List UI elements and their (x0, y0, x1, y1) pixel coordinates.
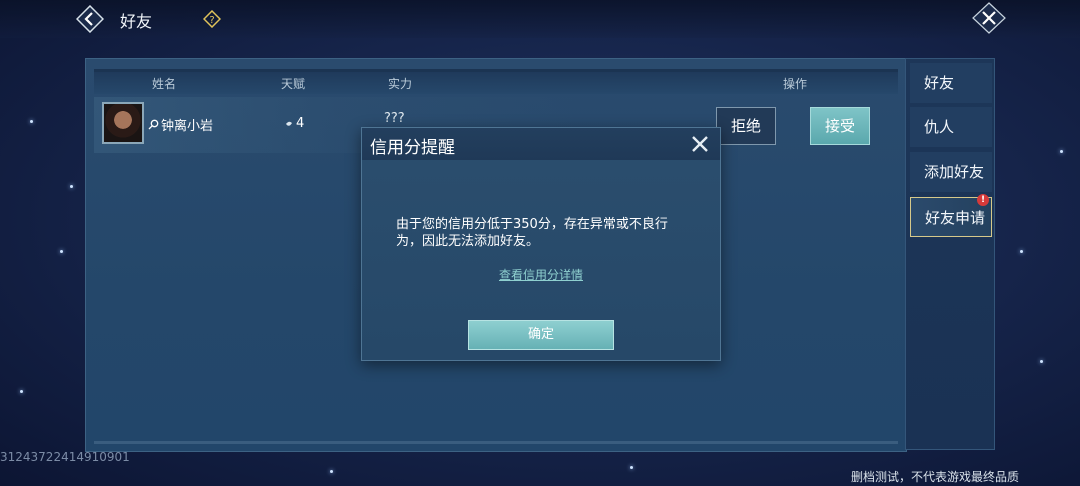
dialog-header: 信用分提醒 (362, 128, 720, 160)
player-name: 钟离小岩 (148, 115, 213, 134)
star (1020, 250, 1023, 253)
tab-enemies[interactable]: 仇人 (910, 107, 992, 147)
header-power: 实力 (388, 77, 413, 91)
user-id: 31243722414910901 (0, 450, 130, 464)
reject-button[interactable]: 拒绝 (716, 107, 776, 145)
search-icon (148, 119, 159, 130)
close-icon[interactable] (972, 2, 1006, 34)
tab-label: 添加好友 (924, 163, 985, 181)
talent-icon (286, 121, 292, 126)
star (30, 120, 33, 123)
header-actions: 操作 (783, 77, 808, 91)
tab-label: 仇人 (924, 118, 955, 136)
test-disclaimer: 删档测试，不代表游戏最终品质 (851, 470, 1020, 484)
back-arrow-icon[interactable] (75, 4, 105, 34)
credit-details-link[interactable]: 查看信用分详情 (362, 266, 720, 283)
tab-add-friend[interactable]: 添加好友 (910, 152, 992, 192)
header-talent: 天赋 (281, 77, 306, 91)
confirm-button[interactable]: 确定 (468, 320, 614, 350)
top-bar: 好友 ? (0, 0, 1080, 38)
page-title: 好友 (120, 12, 153, 31)
credit-warning-dialog: 信用分提醒 由于您的信用分低于350分，存在异常或不良行为，因此无法添加好友。 … (361, 127, 721, 361)
star (1040, 360, 1043, 363)
header-name: 姓名 (152, 77, 177, 91)
notification-badge: ! (977, 194, 989, 206)
star (20, 390, 23, 393)
table-header: 姓名 天赋 实力 操作 (94, 69, 898, 94)
avatar[interactable] (102, 102, 144, 144)
star (330, 470, 333, 473)
tab-friends[interactable]: 好友 (910, 63, 992, 103)
divider (94, 441, 898, 444)
star (1060, 150, 1063, 153)
question-icon[interactable]: ? (202, 9, 222, 29)
tab-label: 好友申请 (925, 209, 986, 227)
star (70, 185, 73, 188)
dialog-message: 由于您的信用分低于350分，存在异常或不良行为，因此无法添加好友。 (396, 217, 668, 249)
svg-text:?: ? (209, 15, 214, 26)
tab-label: 好友 (924, 74, 955, 92)
star (60, 250, 63, 253)
dialog-title: 信用分提醒 (370, 138, 455, 158)
player-name-text: 钟离小岩 (161, 119, 214, 134)
power-value: ??? (384, 111, 405, 126)
close-icon[interactable] (690, 134, 710, 154)
sidebar: 好友 仇人 添加好友 好友申请 ! (905, 58, 995, 450)
talent-value: 4 (284, 116, 304, 131)
tab-friend-requests[interactable]: 好友申请 ! (910, 194, 992, 237)
star (630, 466, 633, 469)
accept-button[interactable]: 接受 (810, 107, 870, 145)
talent-number: 4 (296, 116, 305, 131)
